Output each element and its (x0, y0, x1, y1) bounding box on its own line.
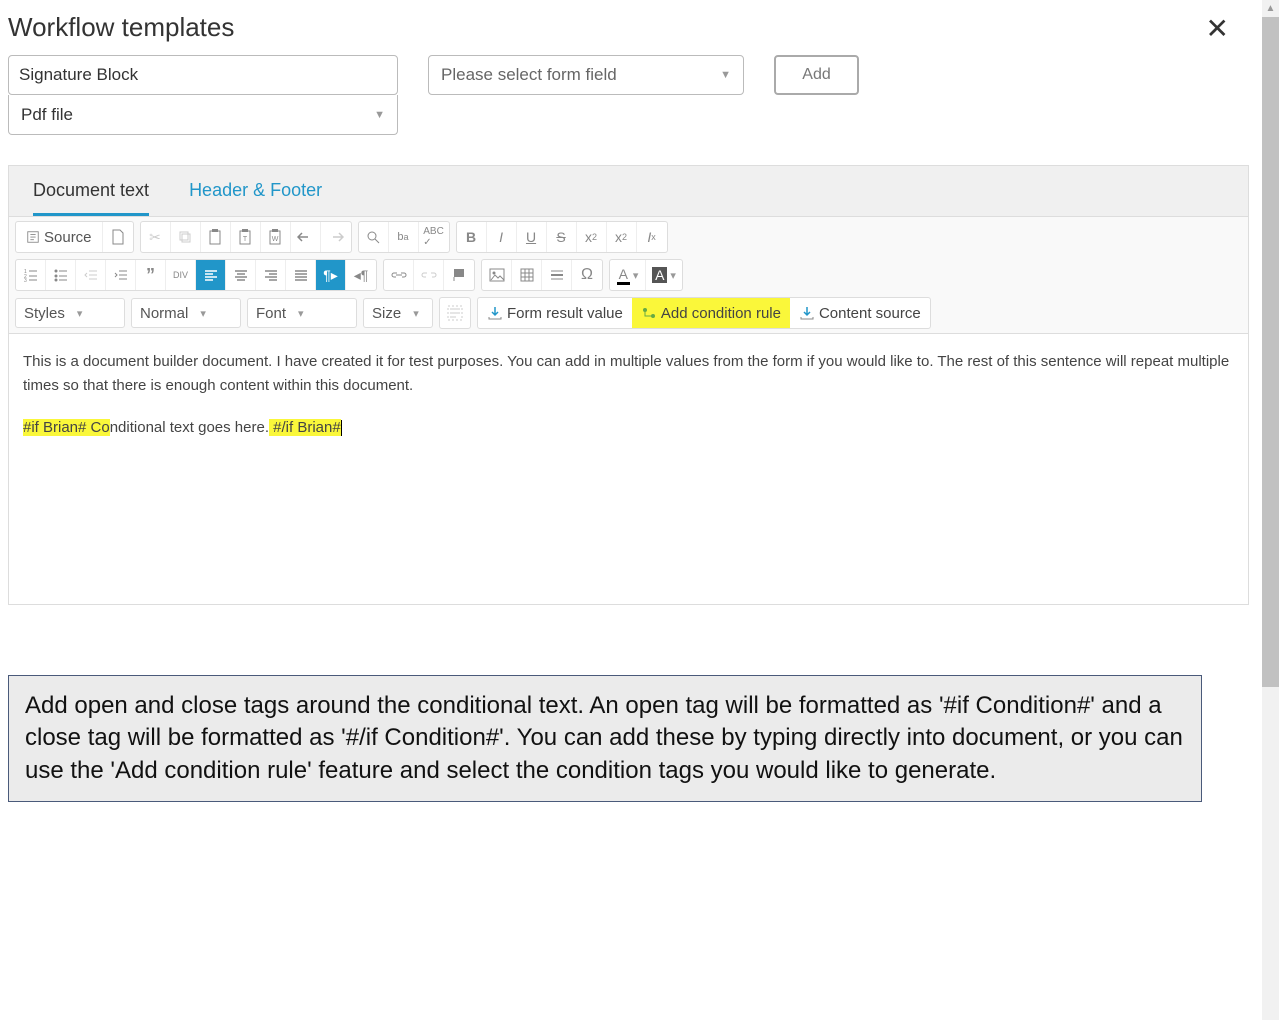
outdent-icon[interactable] (76, 260, 106, 290)
file-type-label: Pdf file (21, 105, 73, 125)
editor-toolbar: Source ✂ T W (9, 217, 1248, 334)
paste-icon[interactable] (201, 222, 231, 252)
text-color-icon[interactable]: A▾ (610, 260, 646, 290)
form-field-placeholder: Please select form field (441, 65, 617, 85)
font-select[interactable]: Font▾ (247, 298, 357, 328)
editor-panel: Document text Header & Footer Source ✂ (8, 165, 1249, 605)
align-left-icon[interactable] (196, 260, 226, 290)
content-source-button[interactable]: Content source (790, 298, 930, 328)
align-center-icon[interactable] (226, 260, 256, 290)
chevron-down-icon: ▼ (720, 69, 731, 81)
body-paragraph: This is a document builder document. I h… (23, 350, 1234, 398)
scrollbar-up-arrow[interactable]: ▲ (1262, 0, 1279, 17)
page-title: Workflow templates (8, 12, 234, 43)
unlink-icon[interactable] (414, 260, 444, 290)
align-justify-icon[interactable] (286, 260, 316, 290)
add-condition-rule-button[interactable]: Add condition rule (632, 298, 790, 328)
cut-icon[interactable]: ✂ (141, 222, 171, 252)
svg-text:W: W (272, 236, 279, 243)
special-char-icon[interactable]: Ω (572, 260, 602, 290)
tab-header-footer[interactable]: Header & Footer (189, 180, 322, 216)
anchor-icon[interactable] (444, 260, 474, 290)
underline-icon[interactable]: U (517, 222, 547, 252)
conditional-line: #if Brian# Conditional text goes here. #… (23, 416, 1234, 440)
link-icon[interactable] (384, 260, 414, 290)
styles-select[interactable]: Styles▾ (15, 298, 125, 328)
paste-word-icon[interactable]: W (261, 222, 291, 252)
align-right-icon[interactable] (256, 260, 286, 290)
find-icon[interactable] (359, 222, 389, 252)
superscript-icon[interactable]: x2 (607, 222, 637, 252)
form-field-select[interactable]: Please select form field ▼ (428, 55, 744, 95)
replace-icon[interactable]: ba (389, 222, 419, 252)
undo-icon[interactable] (291, 222, 321, 252)
editor-content-area[interactable]: This is a document builder document. I h… (9, 334, 1248, 604)
show-blocks-icon[interactable] (440, 298, 470, 328)
text-cursor (341, 420, 343, 436)
bold-icon[interactable]: B (457, 222, 487, 252)
strike-icon[interactable]: S (547, 222, 577, 252)
rtl-icon[interactable]: ◂¶ (346, 260, 376, 290)
redo-icon[interactable] (321, 222, 351, 252)
chevron-down-icon: ▼ (374, 109, 385, 121)
form-result-value-button[interactable]: Form result value (478, 298, 632, 328)
image-icon[interactable] (482, 260, 512, 290)
div-icon[interactable]: DIV (166, 260, 196, 290)
tab-document-text[interactable]: Document text (33, 180, 149, 216)
spellcheck-icon[interactable]: ABC✓ (419, 222, 449, 252)
add-button[interactable]: Add (774, 55, 859, 95)
bg-color-icon[interactable]: A▾ (646, 260, 682, 290)
blockquote-icon[interactable]: ” (136, 260, 166, 290)
source-button[interactable]: Source (16, 222, 103, 252)
paste-text-icon[interactable]: T (231, 222, 261, 252)
bullet-list-icon[interactable] (46, 260, 76, 290)
svg-text:3: 3 (24, 278, 27, 282)
size-select[interactable]: Size▾ (363, 298, 433, 328)
instruction-callout: Add open and close tags around the condi… (8, 675, 1202, 802)
close-icon[interactable]: ✕ (1206, 12, 1239, 45)
condition-close-tag: #/if Brian# (269, 419, 341, 436)
copy-icon[interactable] (171, 222, 201, 252)
italic-icon[interactable]: I (487, 222, 517, 252)
scrollbar-thumb[interactable] (1262, 17, 1279, 687)
subscript-icon[interactable]: x2 (577, 222, 607, 252)
condition-mid-text: nditional text goes here. (110, 419, 269, 436)
condition-open-tag: #if Brian# Co (23, 419, 110, 436)
scrollbar-track[interactable]: ▲ (1262, 0, 1279, 1020)
table-icon[interactable] (512, 260, 542, 290)
indent-icon[interactable] (106, 260, 136, 290)
remove-format-icon[interactable]: Ix (637, 222, 667, 252)
new-page-icon[interactable] (103, 222, 133, 252)
file-type-select[interactable]: Pdf file ▼ (8, 95, 398, 135)
svg-text:T: T (243, 236, 248, 243)
numbered-list-icon[interactable]: 123 (16, 260, 46, 290)
format-select[interactable]: Normal▾ (131, 298, 241, 328)
template-name-input[interactable] (8, 55, 398, 95)
ltr-icon[interactable]: ¶▸ (316, 260, 346, 290)
hr-icon[interactable] (542, 260, 572, 290)
